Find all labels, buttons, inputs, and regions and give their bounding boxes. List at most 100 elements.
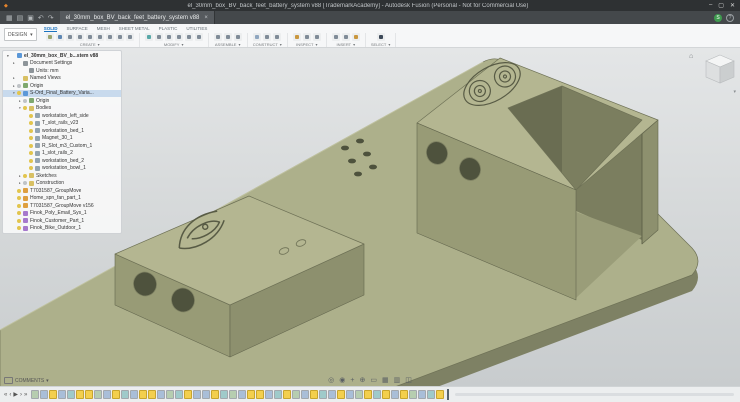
toolbar-tab[interactable]: SHEET METAL xyxy=(119,26,150,32)
section-icon[interactable] xyxy=(313,33,321,41)
visibility-icon[interactable] xyxy=(17,84,21,88)
redo-icon[interactable]: ↷ xyxy=(48,14,54,22)
thread-icon[interactable] xyxy=(106,33,114,41)
toolbar-tab[interactable]: UTILITIES xyxy=(186,26,207,32)
go-to-end-button[interactable]: » xyxy=(24,392,27,398)
workspace-selector[interactable]: DESIGN ▾ xyxy=(4,28,37,41)
shell-icon[interactable] xyxy=(165,33,173,41)
timeline-feature[interactable] xyxy=(202,390,210,399)
timeline-feature[interactable] xyxy=(94,390,102,399)
timeline-feature[interactable] xyxy=(400,390,408,399)
step-forward-button[interactable]: › xyxy=(20,392,22,398)
browser-item[interactable]: 1_slot_rails_2 xyxy=(3,150,121,158)
box-icon[interactable] xyxy=(46,33,54,41)
timeline-feature[interactable] xyxy=(211,390,219,399)
rib-icon[interactable] xyxy=(116,33,124,41)
timeline-feature[interactable] xyxy=(157,390,165,399)
timeline-feature[interactable] xyxy=(364,390,372,399)
timeline-feature[interactable] xyxy=(121,390,129,399)
timeline-feature[interactable] xyxy=(175,390,183,399)
visibility-icon[interactable] xyxy=(23,181,27,185)
browser-item[interactable]: ▸ Origin xyxy=(3,97,121,105)
visibility-icon[interactable] xyxy=(23,99,27,103)
save-icon[interactable]: ▣ xyxy=(27,14,34,22)
3d-viewport[interactable]: ▾ el_30mm_box_BV_b...stem v88 ▸ Document… xyxy=(0,48,740,402)
timeline-position-marker[interactable] xyxy=(447,389,449,400)
home-icon[interactable]: ⌂ xyxy=(689,53,693,60)
pan-icon[interactable]: + xyxy=(350,377,354,384)
visibility-icon[interactable] xyxy=(29,129,33,133)
browser-item[interactable]: workstation_bowl_1 xyxy=(3,165,121,173)
browser-item[interactable]: ▾ S-Ord_Final_Battery_Varia... xyxy=(3,90,121,98)
measure-icon[interactable] xyxy=(293,33,301,41)
browser-item[interactable]: workstation_bed_1 xyxy=(3,127,121,135)
timeline-feature[interactable] xyxy=(391,390,399,399)
timeline-feature[interactable] xyxy=(301,390,309,399)
timeline-feature[interactable] xyxy=(184,390,192,399)
document-tab[interactable]: el_30mm_box_BV_back_feet_battery_system … xyxy=(60,11,215,24)
visibility-icon[interactable] xyxy=(29,144,33,148)
minimize-button[interactable]: – xyxy=(709,2,712,9)
timeline-feature[interactable] xyxy=(139,390,147,399)
timeline-feature[interactable] xyxy=(427,390,435,399)
timeline-track[interactable] xyxy=(455,393,734,396)
go-to-start-button[interactable]: « xyxy=(4,392,7,398)
play-button[interactable]: ▶ xyxy=(13,391,18,398)
plane-icon[interactable] xyxy=(253,33,261,41)
zoom-icon[interactable]: ⊕ xyxy=(359,376,365,384)
visibility-icon[interactable] xyxy=(29,159,33,163)
loft-icon[interactable] xyxy=(86,33,94,41)
timeline-feature[interactable] xyxy=(283,390,291,399)
user-avatar[interactable]: S xyxy=(714,14,722,22)
chamfer-icon[interactable] xyxy=(155,33,163,41)
browser-item[interactable]: ▸ Document Settings xyxy=(3,60,121,68)
visibility-icon[interactable] xyxy=(17,204,21,208)
timeline-feature[interactable] xyxy=(328,390,336,399)
toolbar-group-label[interactable]: CREATE▾ xyxy=(46,42,134,47)
timeline-feature[interactable] xyxy=(49,390,57,399)
timeline-feature[interactable] xyxy=(247,390,255,399)
hole-icon[interactable] xyxy=(96,33,104,41)
visibility-icon[interactable] xyxy=(29,166,33,170)
disclosure-icon[interactable]: ▸ xyxy=(13,61,17,65)
visibility-icon[interactable] xyxy=(23,106,27,110)
timeline-feature[interactable] xyxy=(436,390,444,399)
timeline-feature[interactable] xyxy=(319,390,327,399)
select-icon[interactable] xyxy=(377,33,385,41)
timeline-feature[interactable] xyxy=(193,390,201,399)
timeline-feature[interactable] xyxy=(85,390,93,399)
interference-icon[interactable] xyxy=(303,33,311,41)
timeline-feature[interactable] xyxy=(148,390,156,399)
timeline-feature[interactable] xyxy=(40,390,48,399)
browser-item[interactable]: T7031587_GroupMove v156 xyxy=(3,202,121,210)
toolbar-group-label[interactable]: INSERT▾ xyxy=(332,42,360,47)
browser-item[interactable]: Finok_Bike_Outdoor_1 xyxy=(3,225,121,233)
orbit-icon[interactable]: ◎ xyxy=(328,376,334,384)
point-icon[interactable] xyxy=(273,33,281,41)
comments-button[interactable]: COMMENTS ▾ xyxy=(4,377,49,384)
revolve-icon[interactable] xyxy=(66,33,74,41)
toolbar-group-label[interactable]: MODIFY▾ xyxy=(145,42,203,47)
canvas-icon[interactable] xyxy=(352,33,360,41)
browser-item[interactable]: T7031587_GroupMove xyxy=(3,187,121,195)
timeline-feature[interactable] xyxy=(418,390,426,399)
toolbar-tab[interactable]: MESH xyxy=(97,26,110,32)
look-at-icon[interactable]: ◉ xyxy=(339,376,345,384)
tab-close-icon[interactable]: × xyxy=(204,15,208,21)
browser-item[interactable]: ▸ Named Views xyxy=(3,75,121,83)
timeline-feature[interactable] xyxy=(220,390,228,399)
timeline-feature[interactable] xyxy=(76,390,84,399)
view-cube-body[interactable] xyxy=(703,51,737,89)
step-back-button[interactable]: ‹ xyxy=(9,392,11,398)
viewports-icon[interactable]: ◫ xyxy=(405,376,412,384)
timeline-feature[interactable] xyxy=(355,390,363,399)
display-settings-icon[interactable]: ▦ xyxy=(382,376,389,384)
timeline-feature[interactable] xyxy=(409,390,417,399)
browser-item[interactable]: R_Slot_m3_Custom_1 xyxy=(3,142,121,150)
combine-icon[interactable] xyxy=(185,33,193,41)
extrude-icon[interactable] xyxy=(56,33,64,41)
browser-item[interactable]: workstation_left_side xyxy=(3,112,121,120)
timeline-feature[interactable] xyxy=(265,390,273,399)
visibility-icon[interactable] xyxy=(29,121,33,125)
visibility-icon[interactable] xyxy=(17,189,21,193)
